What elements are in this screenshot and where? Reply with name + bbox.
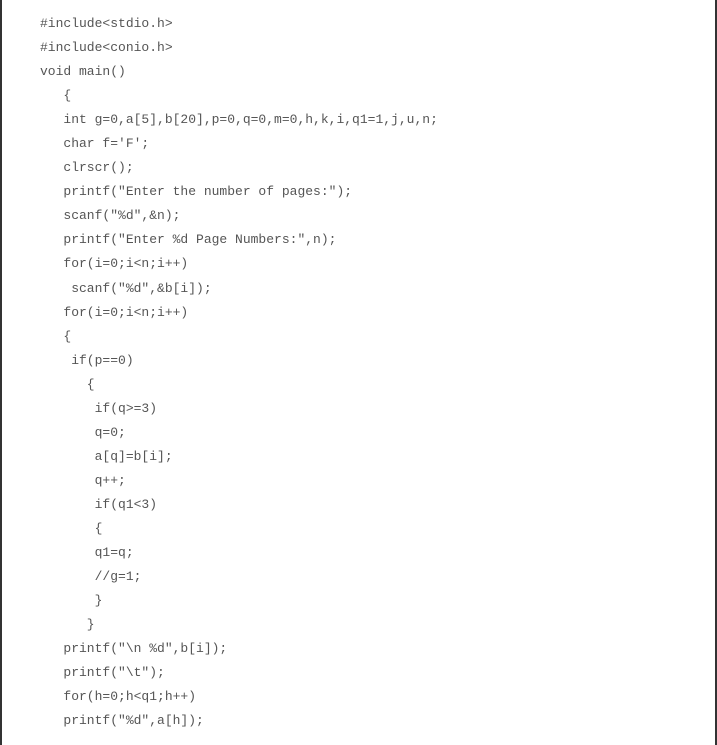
- code-line: for(i=0;i<n;i++): [40, 301, 715, 325]
- code-line: for(i=0;i<n;i++): [40, 252, 715, 276]
- code-line: {: [40, 373, 715, 397]
- code-line: printf("%d",a[h]);: [40, 709, 715, 733]
- code-line: void main(): [40, 60, 715, 84]
- code-line: printf("Enter %d Page Numbers:",n);: [40, 228, 715, 252]
- code-line: }: [40, 589, 715, 613]
- code-line: if(p==0): [40, 349, 715, 373]
- code-line: clrscr();: [40, 156, 715, 180]
- code-line: if(q>=3): [40, 397, 715, 421]
- code-line: {: [40, 84, 715, 108]
- code-line: if(q1<3): [40, 493, 715, 517]
- code-line: //g=1;: [40, 565, 715, 589]
- code-line: printf("\t");: [40, 661, 715, 685]
- code-line: a[q]=b[i];: [40, 445, 715, 469]
- code-line: q1=q;: [40, 541, 715, 565]
- code-block: #include<stdio.h>#include<conio.h>void m…: [40, 12, 715, 733]
- code-line: #include<conio.h>: [40, 36, 715, 60]
- code-line: q=0;: [40, 421, 715, 445]
- code-line: int g=0,a[5],b[20],p=0,q=0,m=0,h,k,i,q1=…: [40, 108, 715, 132]
- code-line: scanf("%d",&n);: [40, 204, 715, 228]
- code-line: q++;: [40, 469, 715, 493]
- code-line: char f='F';: [40, 132, 715, 156]
- code-line: for(h=0;h<q1;h++): [40, 685, 715, 709]
- code-line: {: [40, 325, 715, 349]
- code-line: {: [40, 517, 715, 541]
- code-line: scanf("%d",&b[i]);: [40, 277, 715, 301]
- code-line: }: [40, 613, 715, 637]
- code-line: #include<stdio.h>: [40, 12, 715, 36]
- code-line: printf("Enter the number of pages:");: [40, 180, 715, 204]
- code-line: printf("\n %d",b[i]);: [40, 637, 715, 661]
